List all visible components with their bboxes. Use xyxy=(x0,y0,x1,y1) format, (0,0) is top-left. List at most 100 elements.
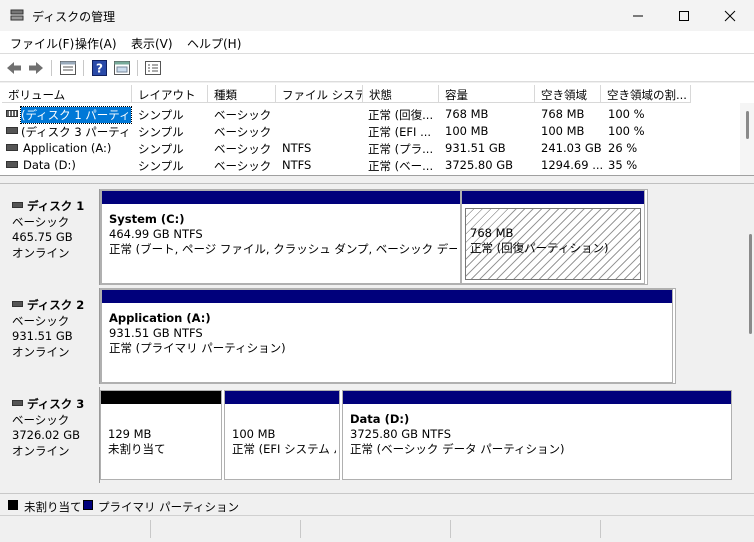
disk-list-icon xyxy=(145,61,161,75)
volume-name-cell: Application (A:) xyxy=(23,141,112,155)
disk-list-button[interactable] xyxy=(144,59,162,77)
status-cell: 正常 (EFI ... xyxy=(368,125,432,139)
partition-size: 768 MB xyxy=(470,226,514,240)
disk-view-scrollbar[interactable] xyxy=(748,224,754,434)
back-button[interactable] xyxy=(5,59,23,77)
partition-info: 100 MB 正常 (EFI システム パ xyxy=(228,408,336,476)
svg-text:?: ? xyxy=(96,62,103,76)
partition-bar xyxy=(343,391,731,404)
back-arrow-icon xyxy=(7,62,21,74)
free-space-cell: 1294.69 ... xyxy=(541,158,603,172)
partition-recovery[interactable]: 768 MB 正常 (回復パーティション) xyxy=(461,190,645,284)
partition-size: 931.51 GB NTFS xyxy=(109,326,203,340)
partition-bar xyxy=(102,290,672,303)
partition-data-d[interactable]: Data (D:) 3725.80 GB NTFS 正常 (ベーシック データ … xyxy=(342,390,732,480)
menu-help[interactable]: ヘルプ(H) xyxy=(187,35,241,52)
free-space-cell: 241.03 GB xyxy=(541,141,602,155)
partition-status: 正常 (回復パーティション) xyxy=(470,241,609,255)
properties-icon xyxy=(60,61,76,75)
disk-1-label[interactable]: ディスク 1 ベーシック 465.75 GB オンライン xyxy=(4,189,100,285)
column-header-type[interactable]: 種類 xyxy=(208,85,276,103)
disk-type: ベーシック xyxy=(12,412,70,427)
disk-management-icon xyxy=(10,9,24,21)
free-percent-cell: 26 % xyxy=(608,141,638,155)
menu-view[interactable]: 表示(V) xyxy=(131,35,173,52)
column-header-free-percent[interactable]: 空き領域の割... xyxy=(601,85,691,103)
forward-button[interactable] xyxy=(27,59,45,77)
capacity-cell: 768 MB xyxy=(445,107,489,121)
volume-list-scrollbar[interactable] xyxy=(740,103,754,175)
status-bar xyxy=(0,515,754,542)
legend-swatch-primary xyxy=(83,500,93,510)
table-row[interactable]: Application (A:) シンプル ベーシック NTFS 正常 (プラ.… xyxy=(4,139,734,156)
disk-name: ディスク 3 xyxy=(12,397,99,413)
partition-efi[interactable]: 100 MB 正常 (EFI システム パ xyxy=(224,390,340,480)
scrollbar-thumb[interactable] xyxy=(749,234,752,334)
maximize-icon xyxy=(679,10,689,21)
partition-name: Data (D:) xyxy=(350,412,410,426)
column-header-layout[interactable]: レイアウト xyxy=(132,85,208,103)
status-cell: 正常 (ベー... xyxy=(368,159,434,173)
column-header-capacity[interactable]: 容量 xyxy=(439,85,535,103)
menu-action[interactable]: 操作(A) xyxy=(75,35,117,52)
partition-bar xyxy=(225,391,339,404)
partition-system-c[interactable]: System (C:) 464.99 GB NTFS 正常 (ブート, ページ … xyxy=(101,190,461,284)
volume-name-cell: (ディスク 1 パーティシ... xyxy=(20,106,132,124)
disk-2-label[interactable]: ディスク 2 ベーシック 931.51 GB オンライン xyxy=(4,288,100,384)
help-button[interactable]: ? xyxy=(90,59,108,77)
maximize-button[interactable] xyxy=(661,0,707,31)
console-button[interactable] xyxy=(113,59,131,77)
column-header-volume[interactable]: ボリューム xyxy=(2,85,132,103)
status-divider xyxy=(150,520,151,538)
disk-graphical-view: ディスク 1 ベーシック 465.75 GB オンライン System (C:)… xyxy=(0,183,754,489)
partition-status: 正常 (EFI システム パ xyxy=(232,442,336,456)
partition-unallocated[interactable]: 129 MB 未割り当て xyxy=(100,390,222,480)
window-title: ディスクの管理 xyxy=(32,10,116,24)
disk-name: ディスク 1 xyxy=(12,199,99,215)
free-space-cell: 100 MB xyxy=(541,124,585,138)
disk-type: ベーシック xyxy=(12,214,70,229)
disk-3-label[interactable]: ディスク 3 ベーシック 3726.02 GB オンライン xyxy=(4,387,100,483)
minimize-button[interactable] xyxy=(615,0,661,31)
filesystem-cell: NTFS xyxy=(282,141,312,155)
volume-name-cell: (ディスク 3 パーティシ... xyxy=(21,125,131,139)
partition-info: System (C:) 464.99 GB NTFS 正常 (ブート, ページ … xyxy=(105,208,457,280)
partition-info: 129 MB 未割り当て xyxy=(104,408,218,476)
status-cell: 正常 (回復... xyxy=(368,108,434,122)
partition-size: 464.99 GB NTFS xyxy=(109,227,203,241)
scrollbar-thumb[interactable] xyxy=(746,111,749,139)
disk-size: 931.51 GB xyxy=(12,329,73,343)
table-row[interactable]: (ディスク 3 パーティシ... シンプル ベーシック 正常 (EFI ... … xyxy=(4,122,734,139)
legend-label-primary: プライマリ パーティション xyxy=(98,500,239,514)
toolbar: ? xyxy=(0,53,754,82)
legend-label-unallocated: 未割り当て xyxy=(24,500,82,514)
minimize-icon xyxy=(633,15,643,16)
forward-arrow-icon xyxy=(29,62,43,74)
status-divider xyxy=(300,520,301,538)
column-header-free-space[interactable]: 空き領域 xyxy=(535,85,601,103)
close-icon xyxy=(724,10,736,21)
disk-icon xyxy=(12,301,23,307)
menu-file[interactable]: ファイル(F) xyxy=(10,35,74,52)
capacity-cell: 3725.80 GB xyxy=(445,158,514,172)
close-button[interactable] xyxy=(707,0,753,31)
type-cell: ベーシック xyxy=(214,142,272,156)
properties-button[interactable] xyxy=(59,59,77,77)
partition-application-a[interactable]: Application (A:) 931.51 GB NTFS 正常 (プライマ… xyxy=(101,289,673,383)
free-percent-cell: 100 % xyxy=(608,124,645,138)
partition-size: 129 MB xyxy=(108,427,152,441)
console-icon xyxy=(114,61,130,75)
title-bar: ディスクの管理 xyxy=(0,0,754,31)
type-cell: ベーシック xyxy=(214,108,272,122)
table-row[interactable]: (ディスク 1 パーティシ... シンプル ベーシック 正常 (回復... 76… xyxy=(4,105,734,124)
capacity-cell: 931.51 GB xyxy=(445,141,506,155)
table-row[interactable]: Data (D:) シンプル ベーシック NTFS 正常 (ベー... 3725… xyxy=(4,156,734,173)
layout-cell: シンプル xyxy=(138,125,184,139)
type-cell: ベーシック xyxy=(214,159,272,173)
free-percent-cell: 35 % xyxy=(608,158,638,172)
status-divider xyxy=(450,520,451,538)
column-header-filesystem[interactable]: ファイル システム xyxy=(276,85,363,103)
toolbar-separator xyxy=(51,60,52,76)
column-header-status[interactable]: 状態 xyxy=(363,85,439,103)
partition-size: 100 MB xyxy=(232,427,276,441)
